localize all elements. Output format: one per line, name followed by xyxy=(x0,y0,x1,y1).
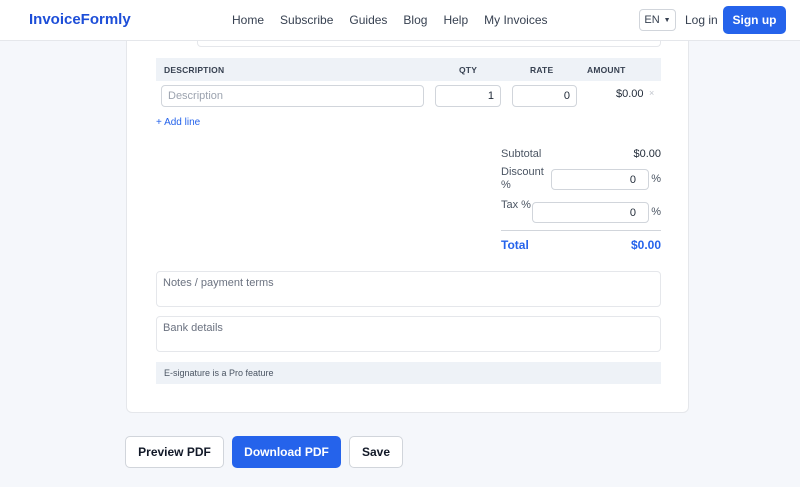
main-nav: Home Subscribe Guides Blog Help My Invoi… xyxy=(232,13,564,27)
nav-blog[interactable]: Blog xyxy=(403,13,427,27)
add-line-button[interactable]: + Add line xyxy=(156,117,200,128)
language-select[interactable]: EN ▼ xyxy=(639,9,676,31)
col-amount: AMOUNT xyxy=(587,65,626,75)
nav-guides[interactable]: Guides xyxy=(349,13,387,27)
total-label: Total xyxy=(501,238,529,252)
col-qty: QTY xyxy=(459,65,478,75)
logo[interactable]: InvoiceFormly xyxy=(29,11,131,28)
tax-label: Tax % xyxy=(501,199,531,211)
nav-help[interactable]: Help xyxy=(443,13,468,27)
bank-details-textarea[interactable]: Bank details xyxy=(156,316,661,352)
download-pdf-button[interactable]: Download PDF xyxy=(232,436,341,468)
login-link[interactable]: Log in xyxy=(685,13,718,27)
signup-button[interactable]: Sign up xyxy=(723,6,786,34)
nav-subscribe[interactable]: Subscribe xyxy=(280,13,333,27)
col-rate: RATE xyxy=(530,65,554,75)
col-description: DESCRIPTION xyxy=(164,65,225,75)
top-navbar: InvoiceFormly Home Subscribe Guides Blog… xyxy=(0,0,800,41)
tax-input[interactable]: 0 xyxy=(532,202,649,223)
items-table-header: DESCRIPTION QTY RATE AMOUNT xyxy=(156,58,661,81)
language-value: EN xyxy=(644,14,660,26)
chevron-down-icon: ▼ xyxy=(663,16,671,24)
nav-home[interactable]: Home xyxy=(232,13,264,27)
save-button[interactable]: Save xyxy=(349,436,403,468)
line-amount: $0.00 xyxy=(616,88,644,100)
subtotal-value: $0.00 xyxy=(633,148,661,160)
esignature-notice: E-signature is a Pro feature xyxy=(156,362,661,384)
discount-label: Discount % xyxy=(501,166,544,191)
qty-input[interactable]: 1 xyxy=(435,85,501,107)
totals-divider xyxy=(501,230,661,231)
invoice-card: DESCRIPTION QTY RATE AMOUNT Description … xyxy=(126,20,689,413)
notes-textarea[interactable]: Notes / payment terms xyxy=(156,271,661,307)
description-input[interactable]: Description xyxy=(161,85,424,107)
tax-unit: % xyxy=(651,206,661,218)
discount-unit: % xyxy=(651,173,661,185)
remove-line-icon[interactable]: × xyxy=(649,88,654,98)
rate-input[interactable]: 0 xyxy=(512,85,577,107)
preview-pdf-button[interactable]: Preview PDF xyxy=(125,436,224,468)
subtotal-label: Subtotal xyxy=(501,148,542,160)
total-value: $0.00 xyxy=(630,238,661,252)
nav-my-invoices[interactable]: My Invoices xyxy=(484,13,547,27)
discount-input[interactable]: 0 xyxy=(551,169,649,190)
